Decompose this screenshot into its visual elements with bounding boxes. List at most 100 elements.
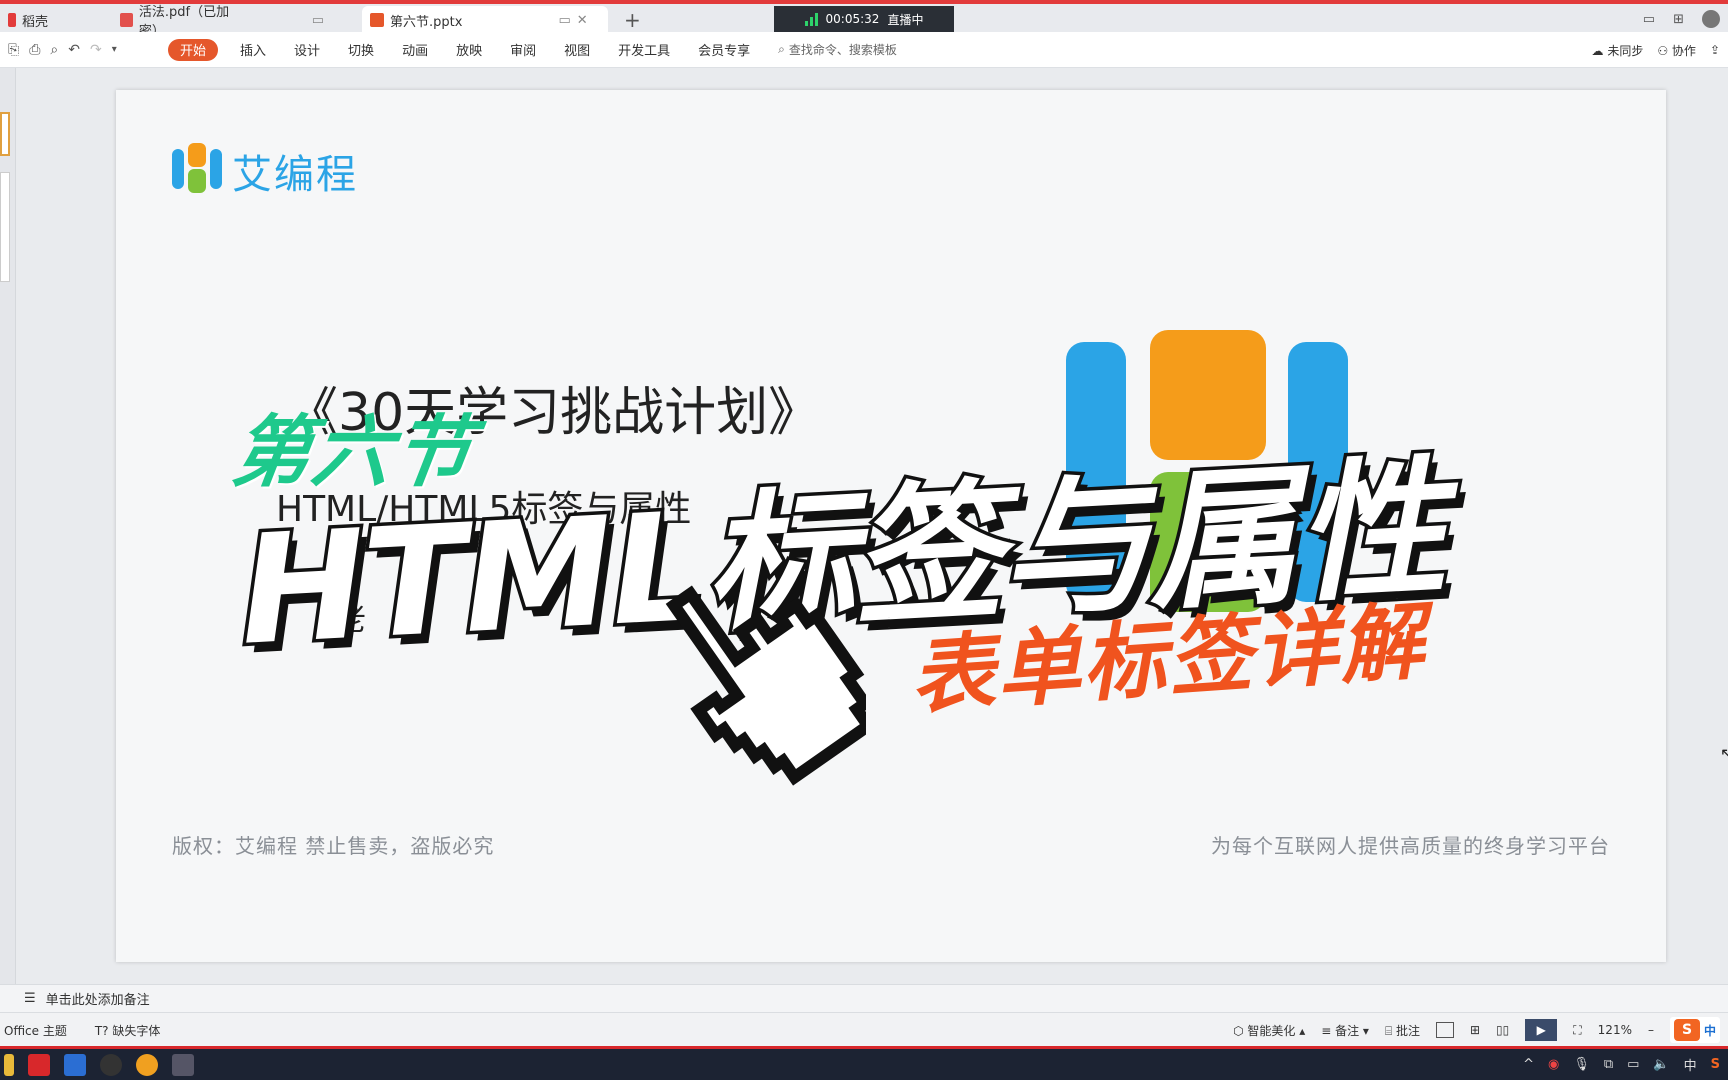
- taskbar-ime[interactable]: 中: [1684, 1055, 1697, 1074]
- obs-icon[interactable]: [100, 1053, 122, 1076]
- notes-icon: ≡: [1321, 1023, 1336, 1038]
- sync-button[interactable]: ☁ 未同步: [1592, 42, 1644, 59]
- pin-icon[interactable]: ▭: [312, 13, 324, 28]
- theme-label: Office 主题: [4, 1023, 67, 1038]
- ribbon-right: ☁ 未同步 ⚇ 协作 ⇪: [1592, 32, 1721, 68]
- mouse-pointer-icon: ↖: [1720, 744, 1728, 763]
- notes-label: 备注: [1335, 1023, 1360, 1038]
- tab-pdf[interactable]: 活法.pdf（已加密） ▭: [112, 5, 332, 39]
- share-icon[interactable]: ⇪: [1710, 43, 1720, 57]
- menu-animation[interactable]: 动画: [388, 39, 442, 61]
- search-icon: ⌕: [778, 42, 785, 56]
- thumbnail-pane: [0, 68, 16, 984]
- beautify-label: 智能美化: [1247, 1023, 1296, 1038]
- window-controls: ▭ ⊞: [1643, 6, 1728, 32]
- taskbar: ^ ◉ 🎙 ⧉ ▭ 🔈 中 S: [0, 1046, 1728, 1080]
- zoom-level[interactable]: 121%: [1598, 1023, 1632, 1037]
- tab-pptx[interactable]: 第六节.pptx ▭ ✕: [362, 6, 608, 34]
- tab-label: 第六节.pptx: [390, 14, 463, 30]
- battery-icon[interactable]: ▭: [1627, 1057, 1639, 1072]
- volume-icon[interactable]: 🔈: [1653, 1057, 1669, 1072]
- grid-icon[interactable]: ⊞: [1673, 12, 1684, 27]
- collab-button[interactable]: ⚇ 协作: [1657, 42, 1696, 59]
- command-search[interactable]: ⌕ 查找命令、搜索模板: [778, 41, 897, 58]
- menu-tabs: 开始 插入 设计 切换 动画 放映 审阅 视图 开发工具 会员专享: [168, 38, 764, 61]
- normal-view-icon[interactable]: [1435, 1022, 1454, 1038]
- pin-icon[interactable]: ▭: [558, 13, 570, 28]
- mic-icon[interactable]: 🎙: [1573, 1057, 1590, 1072]
- comment-icon: ⌸: [1384, 1023, 1396, 1038]
- menu-transition[interactable]: 切换: [334, 39, 388, 61]
- menu-member[interactable]: 会员专享: [684, 39, 764, 61]
- reading-view-icon[interactable]: ▯▯: [1496, 1023, 1509, 1037]
- print-icon[interactable]: ⎙: [29, 42, 40, 58]
- live-status: 直播中: [887, 12, 924, 27]
- missing-fonts-label: 缺失字体: [112, 1023, 161, 1038]
- sogou-icon: S: [1673, 1019, 1700, 1041]
- sogou-tray-icon[interactable]: S: [1711, 1057, 1720, 1072]
- menu-view[interactable]: 视图: [550, 39, 604, 61]
- logo-icon: [172, 143, 224, 199]
- ime-toolbar[interactable]: S 中: [1669, 1017, 1720, 1043]
- font-missing-icon: T?: [94, 1023, 113, 1038]
- fit-icon[interactable]: ⛶: [1573, 1023, 1581, 1038]
- redo-icon[interactable]: ↷: [90, 42, 102, 58]
- comment-label: 批注: [1395, 1023, 1420, 1038]
- comment-button[interactable]: ⌸ 批注: [1385, 1022, 1420, 1039]
- slide-thumbnail[interactable]: [0, 112, 10, 156]
- tab-docer[interactable]: 稻壳: [0, 6, 100, 34]
- hand-cursor-icon: [665, 585, 866, 786]
- window-layout-icon[interactable]: ▭: [1643, 12, 1655, 27]
- title-bar: 稻壳 活法.pdf（已加密） ▭ 第六节.pptx ▭ ✕ + 00:05:32…: [0, 0, 1728, 39]
- beautify-button[interactable]: ⬡ 智能美化 ▴: [1233, 1022, 1305, 1039]
- avatar[interactable]: [1702, 10, 1720, 28]
- logo-text: 艾编程: [232, 152, 358, 198]
- wps-icon[interactable]: [28, 1053, 50, 1076]
- notes-button[interactable]: ≡ 备注 ▾: [1321, 1022, 1369, 1039]
- grid-view-icon[interactable]: ⊞: [1470, 1023, 1480, 1037]
- slogan-text: 为每个互联网人提供高质量的终身学习平台: [1211, 834, 1610, 858]
- menu-developer[interactable]: 开发工具: [604, 39, 684, 61]
- menu-review[interactable]: 审阅: [496, 39, 550, 61]
- record-icon[interactable]: ◉: [1548, 1057, 1559, 1072]
- menu-slideshow[interactable]: 放映: [442, 39, 496, 61]
- slide[interactable]: 艾编程 《30天学习挑战计划》 HTML/HTML5标签与属性 老 第六节 HT…: [116, 90, 1666, 962]
- collab-label: 协作: [1671, 43, 1696, 58]
- pdf-icon: [120, 13, 133, 27]
- cloud-icon: ☁: [1591, 43, 1608, 58]
- browser-icon[interactable]: [136, 1053, 158, 1076]
- ribbon: ⎘ ⎙ ⌕ ↶ ↷ ▾ 开始 插入 设计 切换 动画 放映 审阅 视图 开发工具…: [0, 32, 1728, 68]
- missing-fonts-button[interactable]: T? 缺失字体: [95, 1022, 161, 1039]
- notes-placeholder: 单击此处添加备注: [45, 993, 150, 1008]
- new-tab-button[interactable]: +: [616, 6, 646, 34]
- file-explorer-icon[interactable]: [4, 1053, 14, 1076]
- brand-logo: 艾编程: [172, 142, 358, 200]
- signal-icon: [804, 12, 818, 26]
- notes-icon: ☰: [24, 991, 36, 1006]
- notes-pane[interactable]: ☰ 单击此处添加备注: [0, 984, 1728, 1012]
- preview-icon[interactable]: ⌕: [50, 42, 58, 58]
- ime-mode: 中: [1703, 1023, 1716, 1038]
- close-icon[interactable]: ✕: [577, 13, 588, 28]
- undo-icon[interactable]: ↶: [68, 42, 80, 58]
- menu-home[interactable]: 开始: [168, 38, 219, 61]
- tab-label: 稻壳: [22, 14, 49, 30]
- cube-icon: ⬡: [1233, 1023, 1248, 1038]
- sync-label: 未同步: [1607, 43, 1644, 58]
- tray-expand-icon[interactable]: ^: [1523, 1057, 1534, 1072]
- media-icon[interactable]: [172, 1053, 194, 1076]
- menu-insert[interactable]: 插入: [226, 39, 280, 61]
- play-icon[interactable]: ▶: [1525, 1019, 1558, 1041]
- slide-thumbnail[interactable]: [0, 172, 10, 282]
- search-placeholder: 查找命令、搜索模板: [788, 43, 897, 57]
- network-icon[interactable]: ⧉: [1604, 1057, 1613, 1072]
- live-time: 00:05:32: [825, 12, 880, 26]
- app-icon[interactable]: [64, 1053, 86, 1076]
- menu-design[interactable]: 设计: [280, 39, 334, 61]
- new-doc-icon[interactable]: ⎘: [8, 42, 19, 58]
- zoom-out-button[interactable]: –: [1648, 1023, 1654, 1037]
- ppt-icon: [370, 13, 384, 27]
- live-indicator: 00:05:32 直播中: [774, 6, 954, 32]
- user-icon: ⚇: [1657, 43, 1672, 58]
- chevron-down-icon[interactable]: ▾: [112, 44, 117, 55]
